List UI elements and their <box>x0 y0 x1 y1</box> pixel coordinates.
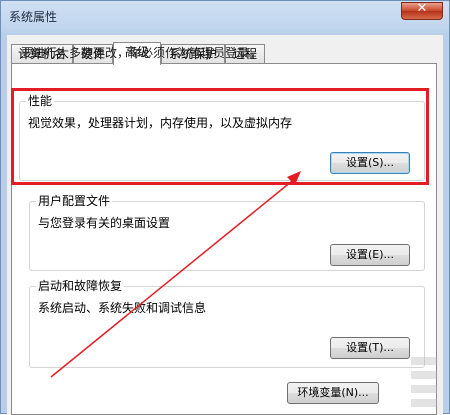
watermark-logo <box>405 351 445 411</box>
close-button[interactable]: ✕ <box>401 1 443 20</box>
environment-variables-button[interactable]: 环境变量(N)... <box>287 382 379 404</box>
user-profiles-group-title: 用户配置文件 <box>36 194 113 208</box>
startup-recovery-settings-button[interactable]: 设置(T)... <box>330 337 410 359</box>
title-bar[interactable]: 系统属性 ✕ <box>1 1 449 31</box>
startup-recovery-description: 系统启动、系统失败和调试信息 <box>38 301 207 315</box>
window-title: 系统属性 <box>9 10 58 24</box>
system-properties-window: 系统属性 ✕ 计算机名 硬件 高级 系统保护 远程 要进行大多数更改，你必须作为… <box>0 0 450 415</box>
user-profiles-group: 用户配置文件 与您登录有关的桌面设置 设置(E)... <box>29 194 425 271</box>
annotation-highlight-box <box>11 88 429 185</box>
startup-recovery-group: 启动和故障恢复 系统启动、系统失败和调试信息 设置(T)... <box>29 279 425 368</box>
close-icon: ✕ <box>416 1 428 16</box>
admin-note: 要进行大多数更改，你必须作为管理员登录。 <box>21 46 262 60</box>
user-profiles-settings-button[interactable]: 设置(E)... <box>330 244 410 266</box>
user-profiles-description: 与您登录有关的桌面设置 <box>38 216 171 230</box>
startup-recovery-group-title: 启动和故障恢复 <box>36 279 125 293</box>
